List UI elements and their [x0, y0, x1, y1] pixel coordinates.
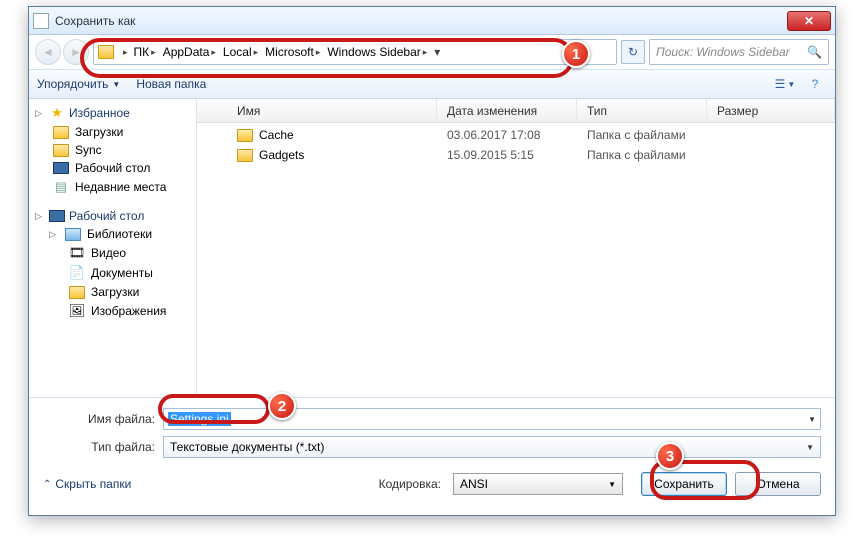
- address-bar[interactable]: ▸ ПК▸ AppData▸ Local▸ Microsoft▸ Windows…: [93, 39, 617, 65]
- folder-icon: [237, 149, 253, 162]
- dropdown-icon: ▼: [806, 443, 814, 452]
- folder-icon: [53, 144, 69, 157]
- refresh-button[interactable]: ↻: [621, 40, 645, 64]
- sidebar-item-downloads2[interactable]: Загрузки: [31, 283, 194, 301]
- sidebar-item-downloads[interactable]: Загрузки: [31, 123, 194, 141]
- view-menu[interactable]: ☰▼: [773, 73, 797, 95]
- dropdown-icon[interactable]: ▼: [808, 415, 816, 424]
- sidebar-libraries[interactable]: ▷Библиотеки: [31, 225, 194, 243]
- recent-icon: ▤: [53, 179, 69, 195]
- toolbar: Упорядочить▼ Новая папка ☰▼ ?: [29, 69, 835, 99]
- desktop-icon: [49, 210, 65, 222]
- organize-menu[interactable]: Упорядочить▼: [37, 77, 120, 91]
- forward-button[interactable]: ►: [63, 39, 89, 65]
- sidebar-desktop-group[interactable]: ▷Рабочий стол: [31, 207, 194, 225]
- bottom-panel: Имя файла: Settings.ini ▼ Тип файла: Тек…: [29, 397, 835, 504]
- sidebar: ▷★Избранное Загрузки Sync Рабочий стол ▤…: [29, 99, 197, 397]
- search-icon: 🔍: [807, 45, 822, 59]
- breadcrumbs: ПК▸ AppData▸ Local▸ Microsoft▸ Windows S…: [131, 41, 431, 63]
- file-row[interactable]: Cache 03.06.2017 17:08 Папка с файлами: [197, 125, 835, 145]
- breadcrumb-item[interactable]: ПК▸: [131, 41, 159, 63]
- sidebar-item-recent[interactable]: ▤Недавние места: [31, 177, 194, 197]
- library-icon: [65, 228, 81, 241]
- sidebar-item-images[interactable]: 🖼Изображения: [31, 301, 194, 321]
- window-title: Сохранить как: [55, 14, 135, 28]
- filetype-label: Тип файла:: [43, 440, 163, 454]
- file-row[interactable]: Gadgets 15.09.2015 5:15 Папка с файлами: [197, 145, 835, 165]
- filename-label: Имя файла:: [43, 412, 163, 426]
- col-type[interactable]: Тип: [577, 99, 707, 122]
- save-button[interactable]: Сохранить: [641, 472, 727, 496]
- folder-icon: [237, 129, 253, 142]
- cancel-button[interactable]: Отмена: [735, 472, 821, 496]
- close-button[interactable]: ✕: [787, 11, 831, 31]
- back-button[interactable]: ◄: [35, 39, 61, 65]
- encoding-label: Кодировка:: [379, 477, 441, 491]
- new-folder-button[interactable]: Новая папка: [136, 77, 206, 91]
- titlebar: Сохранить как ✕: [29, 7, 835, 35]
- col-date[interactable]: Дата изменения: [437, 99, 577, 122]
- folder-icon: [69, 286, 85, 299]
- col-size[interactable]: Размер: [707, 99, 835, 122]
- breadcrumb-item[interactable]: Microsoft▸: [262, 41, 323, 63]
- folder-icon: [53, 126, 69, 139]
- sidebar-item-sync[interactable]: Sync: [31, 141, 194, 159]
- breadcrumb-item[interactable]: Windows Sidebar▸: [324, 41, 430, 63]
- dropdown-icon: ▼: [608, 480, 616, 489]
- star-icon: ★: [49, 105, 65, 121]
- document-icon: 📄: [69, 265, 85, 281]
- sidebar-item-desktop[interactable]: Рабочий стол: [31, 159, 194, 177]
- help-button[interactable]: ?: [803, 73, 827, 95]
- sidebar-item-video[interactable]: 🎞Видео: [31, 243, 194, 263]
- desktop-icon: [53, 162, 69, 174]
- app-icon: [33, 13, 49, 29]
- filename-value: Settings.ini: [168, 412, 231, 426]
- file-list: Имя Дата изменения Тип Размер Cache 03.0…: [197, 99, 835, 397]
- search-placeholder: Поиск: Windows Sidebar: [656, 45, 790, 59]
- video-icon: 🎞: [69, 245, 85, 261]
- address-dropdown[interactable]: ▾: [430, 45, 444, 59]
- col-name[interactable]: Имя: [197, 99, 437, 122]
- sidebar-item-documents[interactable]: 📄Документы: [31, 263, 194, 283]
- breadcrumb-item[interactable]: AppData▸: [160, 41, 219, 63]
- filename-input[interactable]: Settings.ini ▼: [163, 408, 821, 430]
- save-as-dialog: Сохранить как ✕ ◄ ► ▸ ПК▸ AppData▸ Local…: [28, 6, 836, 516]
- sidebar-favorites[interactable]: ▷★Избранное: [31, 103, 194, 123]
- breadcrumb-item[interactable]: Local▸: [220, 41, 261, 63]
- search-input[interactable]: Поиск: Windows Sidebar 🔍: [649, 39, 829, 65]
- image-icon: 🖼: [69, 303, 85, 319]
- breadcrumb-root[interactable]: ▸: [118, 41, 131, 63]
- hide-folders-link[interactable]: ⌃Скрыть папки: [43, 477, 131, 491]
- folder-icon: [98, 45, 114, 59]
- nav-row: ◄ ► ▸ ПК▸ AppData▸ Local▸ Microsoft▸ Win…: [29, 35, 835, 69]
- filetype-select[interactable]: Текстовые документы (*.txt) ▼: [163, 436, 821, 458]
- column-headers: Имя Дата изменения Тип Размер: [197, 99, 835, 123]
- encoding-select[interactable]: ANSI ▼: [453, 473, 623, 495]
